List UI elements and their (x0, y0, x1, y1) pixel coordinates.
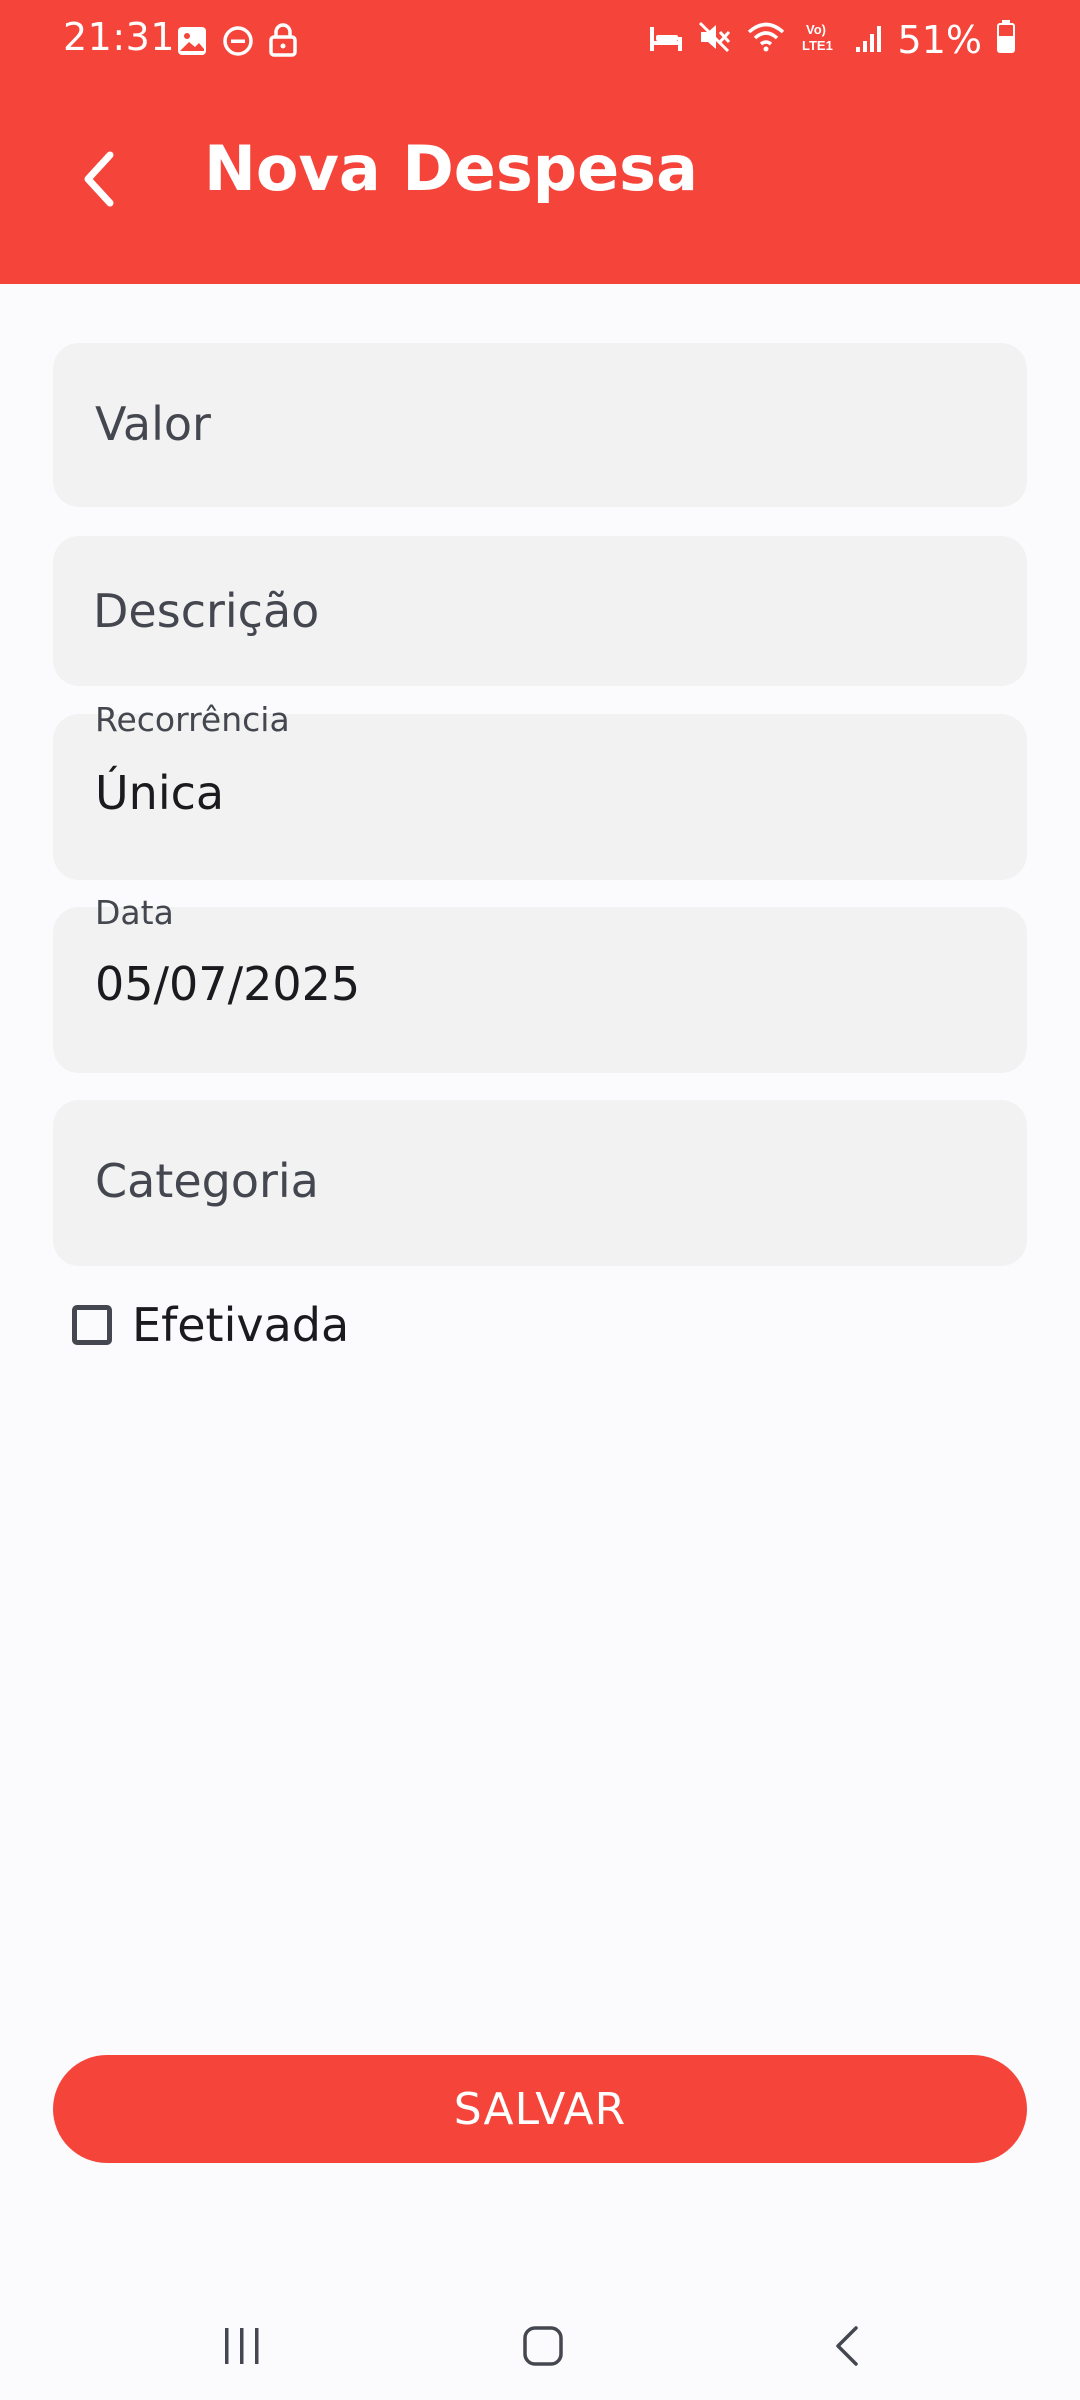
recorrencia-label: Recorrência (95, 700, 290, 739)
signal-icon (854, 18, 884, 62)
status-time: 21:31 (63, 15, 176, 59)
wifi-icon (746, 18, 786, 62)
image-icon (176, 22, 208, 66)
system-back-button[interactable] (818, 2318, 878, 2378)
lock-icon (268, 22, 298, 66)
data-label: Data (95, 893, 174, 932)
efetivada-label: Efetivada (132, 1298, 350, 1352)
categoria-placeholder: Categoria (95, 1154, 319, 1208)
svg-text:Vo): Vo) (806, 22, 826, 37)
back-icon (826, 2324, 870, 2372)
valor-field[interactable]: Valor (53, 343, 1027, 507)
battery-icon (996, 18, 1016, 62)
battery-percent: 51% (897, 18, 982, 62)
efetivada-row[interactable]: Efetivada (72, 1298, 349, 1352)
system-nav-bar (0, 2290, 1080, 2400)
recent-apps-icon (220, 2324, 264, 2372)
categoria-field[interactable]: Categoria (53, 1100, 1027, 1266)
volte-icon: Vo) LTE1 (800, 18, 840, 62)
recorrencia-value: Única (95, 766, 225, 820)
dnd-icon (222, 22, 254, 66)
back-button[interactable] (68, 146, 128, 216)
descricao-field[interactable]: Descrição (53, 536, 1027, 686)
efetivada-checkbox[interactable] (72, 1305, 112, 1345)
data-value: 05/07/2025 (95, 957, 361, 1011)
recent-apps-button[interactable] (212, 2318, 272, 2378)
sleep-icon (648, 18, 684, 62)
valor-placeholder: Valor (95, 397, 211, 451)
save-button[interactable]: SALVAR (53, 2055, 1027, 2163)
recorrencia-field[interactable]: Recorrência Única (53, 700, 1027, 880)
descricao-placeholder: Descrição (93, 584, 320, 638)
page-title: Nova Despesa (204, 132, 698, 205)
svg-text:LTE1: LTE1 (802, 38, 833, 53)
home-icon (521, 2324, 565, 2372)
app-bar: 21:31 Vo) LTE1 51% Nova Despesa (0, 0, 1080, 284)
home-button[interactable] (513, 2318, 573, 2378)
chevron-left-icon (80, 149, 116, 213)
status-bar: 21:31 Vo) LTE1 51% (0, 0, 1080, 80)
data-field[interactable]: Data 05/07/2025 (53, 893, 1027, 1073)
mute-icon (698, 18, 732, 62)
